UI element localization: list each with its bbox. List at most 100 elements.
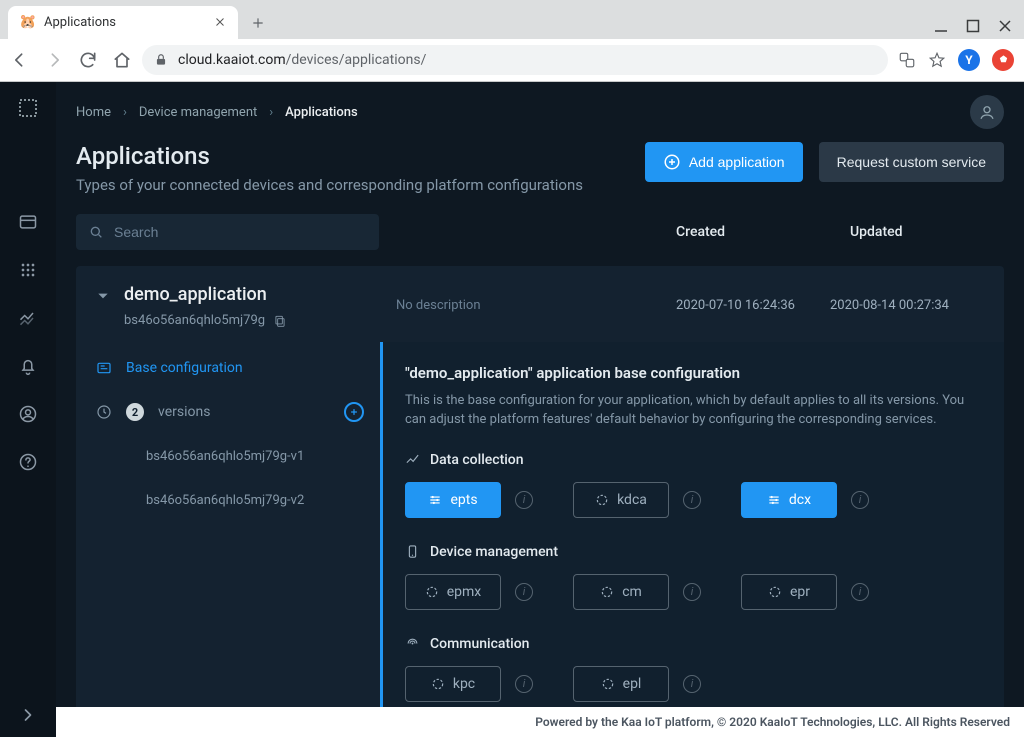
nav-user-icon[interactable] (18, 404, 38, 424)
bookmark-button[interactable] (928, 51, 946, 69)
info-icon[interactable]: i (683, 583, 701, 601)
lock-icon (154, 53, 168, 67)
top-bar: Home › Device management › Applications (56, 82, 1024, 142)
service-chip-dcx[interactable]: dcx (741, 482, 837, 518)
close-window-button[interactable] (998, 19, 1012, 33)
add-application-label: Add application (689, 154, 785, 170)
info-icon[interactable]: i (851, 491, 869, 509)
browser-tab[interactable]: 🐹 Applications (8, 6, 238, 39)
config-title: "demo_application" application base conf… (405, 364, 982, 382)
col-created: Created (676, 224, 830, 240)
chip-label: cm (622, 584, 642, 600)
minimize-button[interactable] (934, 19, 948, 33)
info-icon[interactable]: i (683, 491, 701, 509)
app-name: demo_application (124, 284, 287, 305)
window-controls (934, 19, 1012, 33)
nav-dashboard-icon[interactable] (18, 212, 38, 232)
forward-button[interactable] (44, 50, 64, 70)
tree-version-2[interactable]: bs46o56an6qhlo5mj79g-v2 (76, 478, 380, 522)
tree-versions[interactable]: 2 versions (76, 390, 380, 434)
back-button[interactable] (10, 50, 30, 70)
search-box[interactable] (76, 214, 379, 250)
app-updated: 2020-08-14 00:27:34 (830, 284, 984, 313)
chip-col: dcxi (741, 482, 869, 518)
profile-avatar[interactable]: Y (958, 49, 980, 71)
service-chip-epmx[interactable]: epmx (405, 574, 501, 610)
reload-button[interactable] (78, 50, 98, 70)
tuner-icon (767, 493, 781, 507)
add-version-button[interactable] (344, 402, 364, 422)
nav-grid-icon[interactable] (18, 260, 38, 280)
nav-bell-icon[interactable] (18, 356, 38, 376)
config-desc: This is the base configuration for your … (405, 392, 982, 430)
copy-icon[interactable] (273, 314, 287, 328)
extension-icon[interactable] (992, 49, 1014, 71)
tree-base-label: Base configuration (126, 360, 364, 376)
maximize-button[interactable] (966, 19, 980, 33)
section-title: Device management (430, 544, 558, 560)
breadcrumb-current: Applications (285, 105, 358, 120)
request-service-button[interactable]: Request custom service (819, 142, 1004, 182)
page-header: Applications Types of your connected dev… (56, 142, 1024, 214)
service-chip-epl[interactable]: epl (573, 666, 669, 702)
rail-expand-icon[interactable] (18, 705, 38, 725)
ring-icon (431, 677, 445, 691)
section-head: Device management (405, 544, 982, 560)
chip-col: epmxi (405, 574, 533, 610)
info-icon[interactable]: i (515, 583, 533, 601)
section-head: Data collection (405, 452, 982, 468)
config-pane: "demo_application" application base conf… (380, 342, 1004, 737)
service-chip-kdca[interactable]: kdca (573, 482, 669, 518)
info-icon[interactable]: i (851, 583, 869, 601)
config-icon (96, 360, 112, 376)
url-field[interactable]: cloud.kaaiot.com/devices/applications/ (142, 45, 888, 75)
collapse-icon[interactable] (96, 289, 110, 303)
table-head: Created Updated (56, 214, 1024, 250)
app-root: Home › Device management › Applications … (0, 82, 1024, 737)
chip-col: kpci (405, 666, 533, 702)
history-icon (96, 404, 112, 420)
versions-count: 2 (126, 403, 144, 421)
tree-base-config[interactable]: Base configuration (76, 346, 380, 390)
page-subtitle: Types of your connected devices and corr… (76, 176, 583, 194)
chip-row: eptsikdcaidcxi (405, 482, 982, 518)
tab-close-button[interactable] (212, 14, 228, 30)
service-chip-epts[interactable]: epts (405, 482, 501, 518)
tree-version-1[interactable]: bs46o56an6qhlo5mj79g-v1 (76, 434, 380, 478)
translate-icon[interactable] (898, 51, 916, 69)
address-bar: cloud.kaaiot.com/devices/applications/ Y (0, 39, 1024, 81)
info-icon[interactable]: i (683, 675, 701, 693)
search-icon (88, 224, 104, 240)
service-chip-cm[interactable]: cm (573, 574, 669, 610)
chip-col: kdca i (573, 482, 701, 518)
chip-label: kdca (617, 492, 647, 508)
new-tab-button[interactable] (244, 9, 272, 37)
breadcrumbs: Home › Device management › Applications (76, 105, 358, 120)
nav-trend-icon[interactable] (18, 308, 38, 328)
config-section: Communicationkpciepli (405, 636, 982, 702)
breadcrumb-device-mgmt[interactable]: Device management (139, 105, 257, 120)
home-button[interactable] (112, 50, 132, 70)
plus-circle-icon (663, 153, 681, 171)
service-chip-epr[interactable]: epr (741, 574, 837, 610)
application-row[interactable]: demo_application bs46o56an6qhlo5mj79g No… (76, 266, 1004, 342)
tab-strip: 🐹 Applications (0, 0, 1024, 39)
app-logo-icon[interactable] (18, 98, 38, 118)
footer-bar: Powered by the Kaa IoT platform, © 2020 … (56, 707, 1024, 737)
info-icon[interactable]: i (515, 675, 533, 693)
application-panel: demo_application bs46o56an6qhlo5mj79g No… (76, 266, 1004, 737)
section-title: Communication (430, 636, 529, 652)
col-updated: Updated (850, 224, 1004, 240)
chip-col: eptsi (405, 482, 533, 518)
search-input[interactable] (114, 224, 367, 240)
ring-icon (600, 585, 614, 599)
section-icon (405, 636, 420, 651)
chip-col: epli (573, 666, 701, 702)
info-icon[interactable]: i (515, 491, 533, 509)
add-application-button[interactable]: Add application (645, 142, 803, 182)
breadcrumb-home[interactable]: Home (76, 105, 111, 120)
user-avatar-circle[interactable] (970, 95, 1004, 129)
app-created: 2020-07-10 16:24:36 (676, 284, 830, 313)
nav-help-icon[interactable] (18, 452, 38, 472)
service-chip-kpc[interactable]: kpc (405, 666, 501, 702)
